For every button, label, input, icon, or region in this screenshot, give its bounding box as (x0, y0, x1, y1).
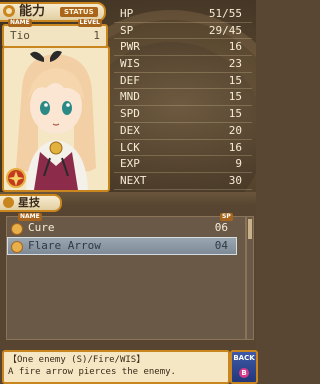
stat-key: WIS (120, 57, 140, 71)
stat-row-spd: SPD 15 (114, 106, 252, 123)
stat-key: MND (120, 90, 140, 104)
scrollbar-thumb[interactable] (248, 219, 252, 239)
stat-row-exp: EXP 9 (114, 156, 252, 173)
stat-key: EXP (120, 157, 140, 171)
character-level: 1 (93, 29, 100, 42)
skill-star-icon (11, 241, 23, 253)
skill-sp-cost: 04 (214, 239, 228, 252)
stat-row-mnd: MND 15 (114, 89, 252, 107)
stat-value: 16 (228, 40, 242, 54)
skill-name: Flare Arrow (28, 239, 101, 252)
back-button-label: BACK (233, 354, 255, 362)
stat-key: HP (120, 7, 134, 20)
skill-star-icon (11, 223, 23, 235)
stat-row-sp: SP 29/45 (114, 23, 252, 40)
stat-key: SP (120, 23, 134, 37)
status-tag: STATUS (60, 7, 98, 17)
skill-row-flare-arrow[interactable]: Flare Arrow 04 (7, 237, 237, 255)
back-button[interactable]: BACK B (230, 350, 258, 384)
skill-description-box: 【One enemy (S)/Fire/WIS】 A fire arrow pi… (2, 350, 230, 384)
skill-name: Cure (28, 221, 55, 234)
column-header-sp: SP (220, 213, 233, 221)
level-label: LEVEL (77, 19, 102, 27)
tab-star-skills[interactable]: 星技 (0, 194, 62, 212)
stat-row-next: NEXT 30 (114, 173, 252, 190)
star-emblem-icon (3, 197, 14, 208)
stat-value: 30 (228, 173, 242, 187)
stat-value: 9 (235, 157, 242, 171)
stat-row-wis: WIS 23 (114, 56, 252, 73)
stat-value: 15 (228, 107, 242, 121)
character-portrait (2, 46, 110, 192)
stat-key: DEF (120, 73, 140, 87)
stat-key: SPD (120, 107, 140, 121)
stat-row-dex: DEX 20 (114, 123, 252, 140)
stat-key: NEXT (120, 173, 147, 187)
skill-description: A fire arrow pierces the enemy. (8, 367, 176, 377)
column-header-name: NAME (18, 213, 42, 221)
title-emblem-icon (3, 5, 15, 17)
stat-key: LCK (120, 140, 140, 154)
stat-value: 51/55 (208, 7, 242, 20)
stat-value: 23 (228, 57, 242, 71)
stat-value: 15 (228, 73, 242, 87)
skill-row-cure[interactable]: Cure 06 (8, 220, 236, 236)
bottom-screen: 星技 NAME SP Cure 06 Flare Arrow 04 【One e… (0, 192, 258, 384)
stats-panel: HP 51/55 SP 29/45 PWR 16 WIS 23 DEF 15 MND 15 … (114, 6, 252, 190)
stat-row-hp: HP 51/55 (114, 6, 252, 23)
stat-row-pwr: PWR 16 (114, 39, 252, 57)
stat-value: 15 (228, 90, 242, 104)
stat-key: PWR (120, 40, 140, 54)
skill-target-info: 【One enemy (S)/Fire/WIS】 (8, 355, 146, 365)
name-level-box: NAME LEVEL Tio 1 (2, 19, 108, 48)
tab-label: 星技 (18, 196, 40, 209)
stat-value: 29/45 (208, 23, 242, 37)
top-screen: 能力 STATUS NAME LEVEL Tio 1 HP 51/55 SP 2… (0, 0, 256, 192)
stat-key: DEX (120, 123, 140, 137)
stat-row-def: DEF 15 (114, 73, 252, 90)
skill-list-scrollbar[interactable] (246, 216, 254, 340)
skill-sp-cost: 06 (214, 221, 228, 234)
stat-row-lck: LCK 16 (114, 140, 252, 157)
b-button-icon: B (239, 368, 249, 378)
stat-value: 16 (228, 140, 242, 154)
page-title: 能力 (19, 4, 46, 19)
character-name: Tio (10, 29, 30, 42)
name-label: NAME (8, 19, 32, 27)
stat-value: 20 (228, 123, 242, 137)
